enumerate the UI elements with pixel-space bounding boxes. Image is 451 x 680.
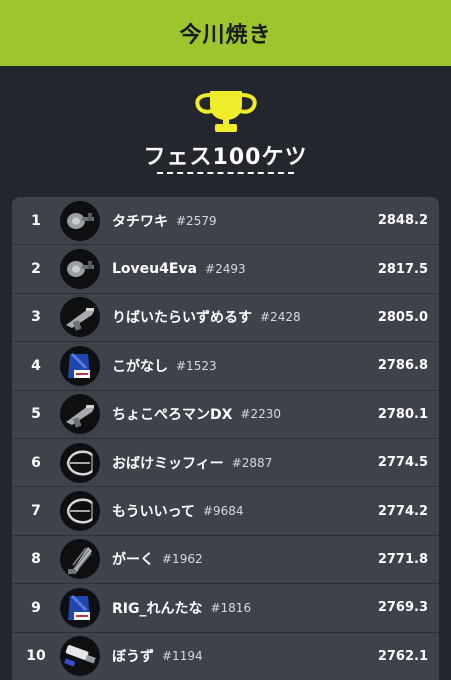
leaderboard-row[interactable]: 8 がーく #1962 2771.8 <box>12 536 439 585</box>
player-tag: #2493 <box>205 262 246 277</box>
power-score: 2762.1 <box>377 648 428 664</box>
leaderboard-row[interactable]: 5 ちょこぺろマンDX #2230 2780.1 <box>12 391 439 439</box>
leaderboard-row[interactable]: 2 Loveu4Eva #2493 2817.5 <box>12 245 439 294</box>
weapon-avatar <box>60 587 100 628</box>
shooter-weapon-icon <box>62 396 98 432</box>
bow-weapon-icon <box>62 445 98 481</box>
power-score: 2805.0 <box>377 309 428 325</box>
rank-number: 5 <box>31 406 41 423</box>
player-name: りばいたらいずめるす <box>112 310 252 327</box>
leaderboard-row[interactable]: 6 おばけミッフィー #2887 2774.5 <box>12 439 439 488</box>
power-score: 2848.2 <box>377 213 428 229</box>
roller-weapon-icon <box>62 251 98 287</box>
page-title: 今川焼き <box>179 23 272 48</box>
power-score: 2769.3 <box>377 600 428 616</box>
power-score: 2771.8 <box>377 551 428 567</box>
weapon-avatar <box>60 345 100 386</box>
drill-weapon-icon <box>62 541 98 577</box>
power-score: 2774.5 <box>377 455 428 471</box>
roller-weapon-icon <box>62 203 98 239</box>
weapon-avatar <box>60 394 100 435</box>
leaderboard-row[interactable]: 3 りばいたらいずめるす #2428 2805.0 <box>12 294 439 343</box>
rank-number: 8 <box>31 551 41 568</box>
leaderboard-row[interactable]: 9 RIG_れんたな #1816 2769.3 <box>12 584 439 633</box>
rank-number: 3 <box>31 309 41 326</box>
leaderboard-title: フェス100ケツ <box>143 145 308 170</box>
weapon-avatar <box>60 249 100 290</box>
shooter-weapon-icon <box>62 299 98 335</box>
title-underline <box>157 172 294 174</box>
rank-number: 9 <box>31 599 41 616</box>
leaderboard-row[interactable]: 7 もういいって #9684 2774.2 <box>12 487 439 536</box>
leaderboard-list: 1 タチワキ #2579 2848.2 2 Loveu4Eva #2493 2817.5 3 りば… <box>12 197 439 680</box>
rank-number: 6 <box>31 454 41 471</box>
rank-number: 10 <box>26 648 46 665</box>
weapon-avatar <box>60 539 100 580</box>
rank-number: 1 <box>31 212 41 229</box>
bucket-weapon-icon <box>62 590 98 626</box>
rank-number: 4 <box>31 357 41 374</box>
power-score: 2774.2 <box>377 503 428 519</box>
leaderboard-row[interactable]: 10 ぼうず #1194 2762.1 <box>12 633 439 680</box>
player-tag: #2230 <box>240 407 282 422</box>
leaderboard-row[interactable]: 4 こがなし #1523 2786.8 <box>12 342 439 391</box>
player-tag: #2579 <box>176 213 217 228</box>
leaderboard-row[interactable]: 1 タチワキ #2579 2848.2 <box>12 197 439 246</box>
bucket-weapon-icon <box>62 348 98 384</box>
weapon-avatar <box>60 200 100 241</box>
weapon-avatar <box>60 297 100 338</box>
rank-number: 2 <box>31 261 41 278</box>
player-name: こがなし <box>112 358 168 375</box>
player-tag: #1523 <box>176 358 217 373</box>
player-name: もういいって <box>112 504 195 521</box>
trophy-icon <box>195 91 257 132</box>
power-score: 2817.5 <box>377 261 428 277</box>
power-score: 2786.8 <box>377 358 428 374</box>
player-tag: #9684 <box>202 504 244 519</box>
player-tag: #2428 <box>260 310 301 325</box>
player-tag: #1816 <box>210 600 252 615</box>
brush-weapon-icon <box>62 638 98 674</box>
player-name: がーく <box>112 552 154 569</box>
player-name: ちょこぺろマンDX <box>112 407 233 424</box>
power-score: 2780.1 <box>377 406 428 422</box>
weapon-avatar <box>60 442 100 483</box>
player-name: ぼうず <box>112 649 154 666</box>
player-tag: #1194 <box>162 649 203 664</box>
rank-number: 7 <box>31 503 41 520</box>
player-name: Loveu4Eva <box>112 261 198 278</box>
player-tag: #2887 <box>231 455 273 470</box>
player-name: タチワキ <box>112 213 168 230</box>
player-tag: #1962 <box>162 552 203 567</box>
weapon-avatar <box>60 491 100 532</box>
bow-weapon-icon <box>62 493 98 529</box>
player-name: RIG_れんたな <box>112 600 203 617</box>
player-name: おばけミッフィー <box>112 455 224 472</box>
top-bar: 今川焼き <box>0 0 451 66</box>
weapon-avatar <box>60 636 100 677</box>
